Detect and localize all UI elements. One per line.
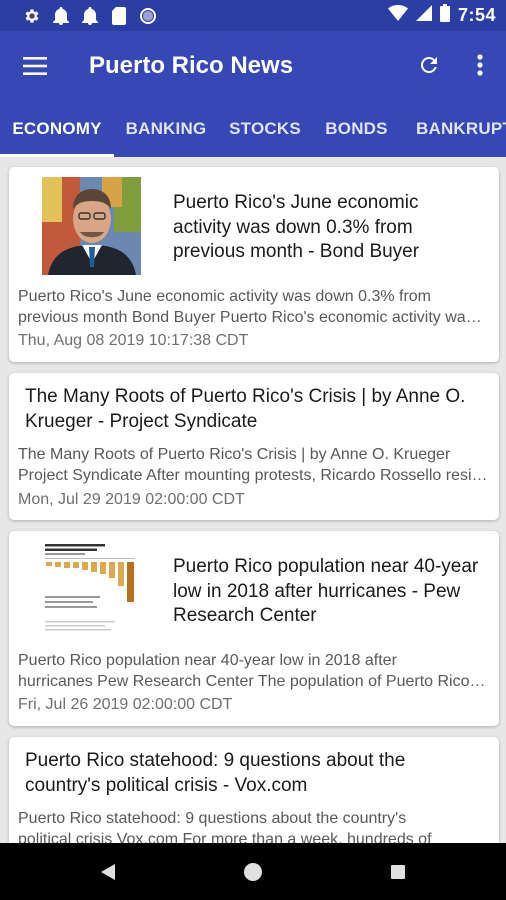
home-circle-icon[interactable] (233, 852, 273, 892)
bell-icon (51, 6, 71, 26)
tab-bonds[interactable]: BONDS (312, 101, 401, 157)
refresh-icon[interactable] (408, 44, 450, 86)
hamburger-menu-icon[interactable] (0, 31, 70, 101)
gear-icon (22, 6, 42, 26)
category-tabs: ECONOMY BANKING STOCKS BONDS BANKRUPTCY (0, 101, 506, 157)
wifi-icon (387, 5, 408, 26)
recents-square-icon[interactable] (378, 852, 418, 892)
article-headline[interactable]: The Many Roots of Puerto Rico's Crisis |… (25, 385, 495, 434)
article-date: Thu, Aug 08 2019 10:17:38 CDT (18, 332, 249, 349)
article-headline[interactable]: Puerto Rico's June economic activity was… (173, 191, 491, 265)
tab-stocks[interactable]: STOCKS (218, 101, 312, 157)
signal-icon (415, 5, 432, 26)
news-feed[interactable]: Puerto Rico's June economic activity was… (0, 157, 506, 843)
system-navigation-bar (0, 843, 506, 900)
news-card[interactable]: Puerto Rico population near 40-year low … (9, 531, 499, 726)
bell-icon (80, 6, 100, 26)
back-triangle-icon[interactable] (88, 852, 128, 892)
article-snippet: Puerto Rico's June economic activity was… (18, 288, 488, 326)
status-notification-icons (22, 6, 158, 26)
status-system-icons: 7:54 (387, 4, 496, 27)
tab-economy[interactable]: ECONOMY (0, 101, 114, 157)
article-snippet: Puerto Rico statehood: 9 questions about… (18, 810, 432, 843)
tab-banking[interactable]: BANKING (114, 101, 218, 157)
clock-time: 7:54 (457, 5, 496, 25)
news-card[interactable]: Puerto Rico's June economic activity was… (9, 167, 499, 362)
article-thumbnail-portrait (42, 177, 141, 275)
article-snippet: Puerto Rico population near 40-year low … (18, 652, 488, 690)
app-bar: Puerto Rico News (0, 31, 506, 101)
tab-bankruptcy[interactable]: BANKRUPTCY (401, 101, 506, 157)
app-title: Puerto Rico News (89, 52, 294, 79)
article-headline[interactable]: Puerto Rico statehood: 9 questions about… (25, 749, 495, 798)
article-snippet: The Many Roots of Puerto Rico's Crisis |… (18, 446, 488, 484)
article-thumbnail-chart (42, 541, 141, 639)
status-bar: 7:54 (0, 0, 506, 31)
article-date: Fri, Jul 26 2019 02:00:00 CDT (18, 696, 233, 713)
article-headline[interactable]: Puerto Rico population near 40-year low … (173, 555, 495, 629)
news-card[interactable]: Puerto Rico statehood: 9 questions about… (9, 737, 499, 843)
more-vertical-icon[interactable] (464, 44, 496, 86)
article-date: Mon, Jul 29 2019 02:00:00 CDT (18, 491, 245, 508)
sd-card-icon (109, 6, 129, 26)
news-card[interactable]: The Many Roots of Puerto Rico's Crisis |… (9, 373, 499, 520)
battery-icon (439, 4, 450, 27)
circle-icon (138, 6, 158, 26)
